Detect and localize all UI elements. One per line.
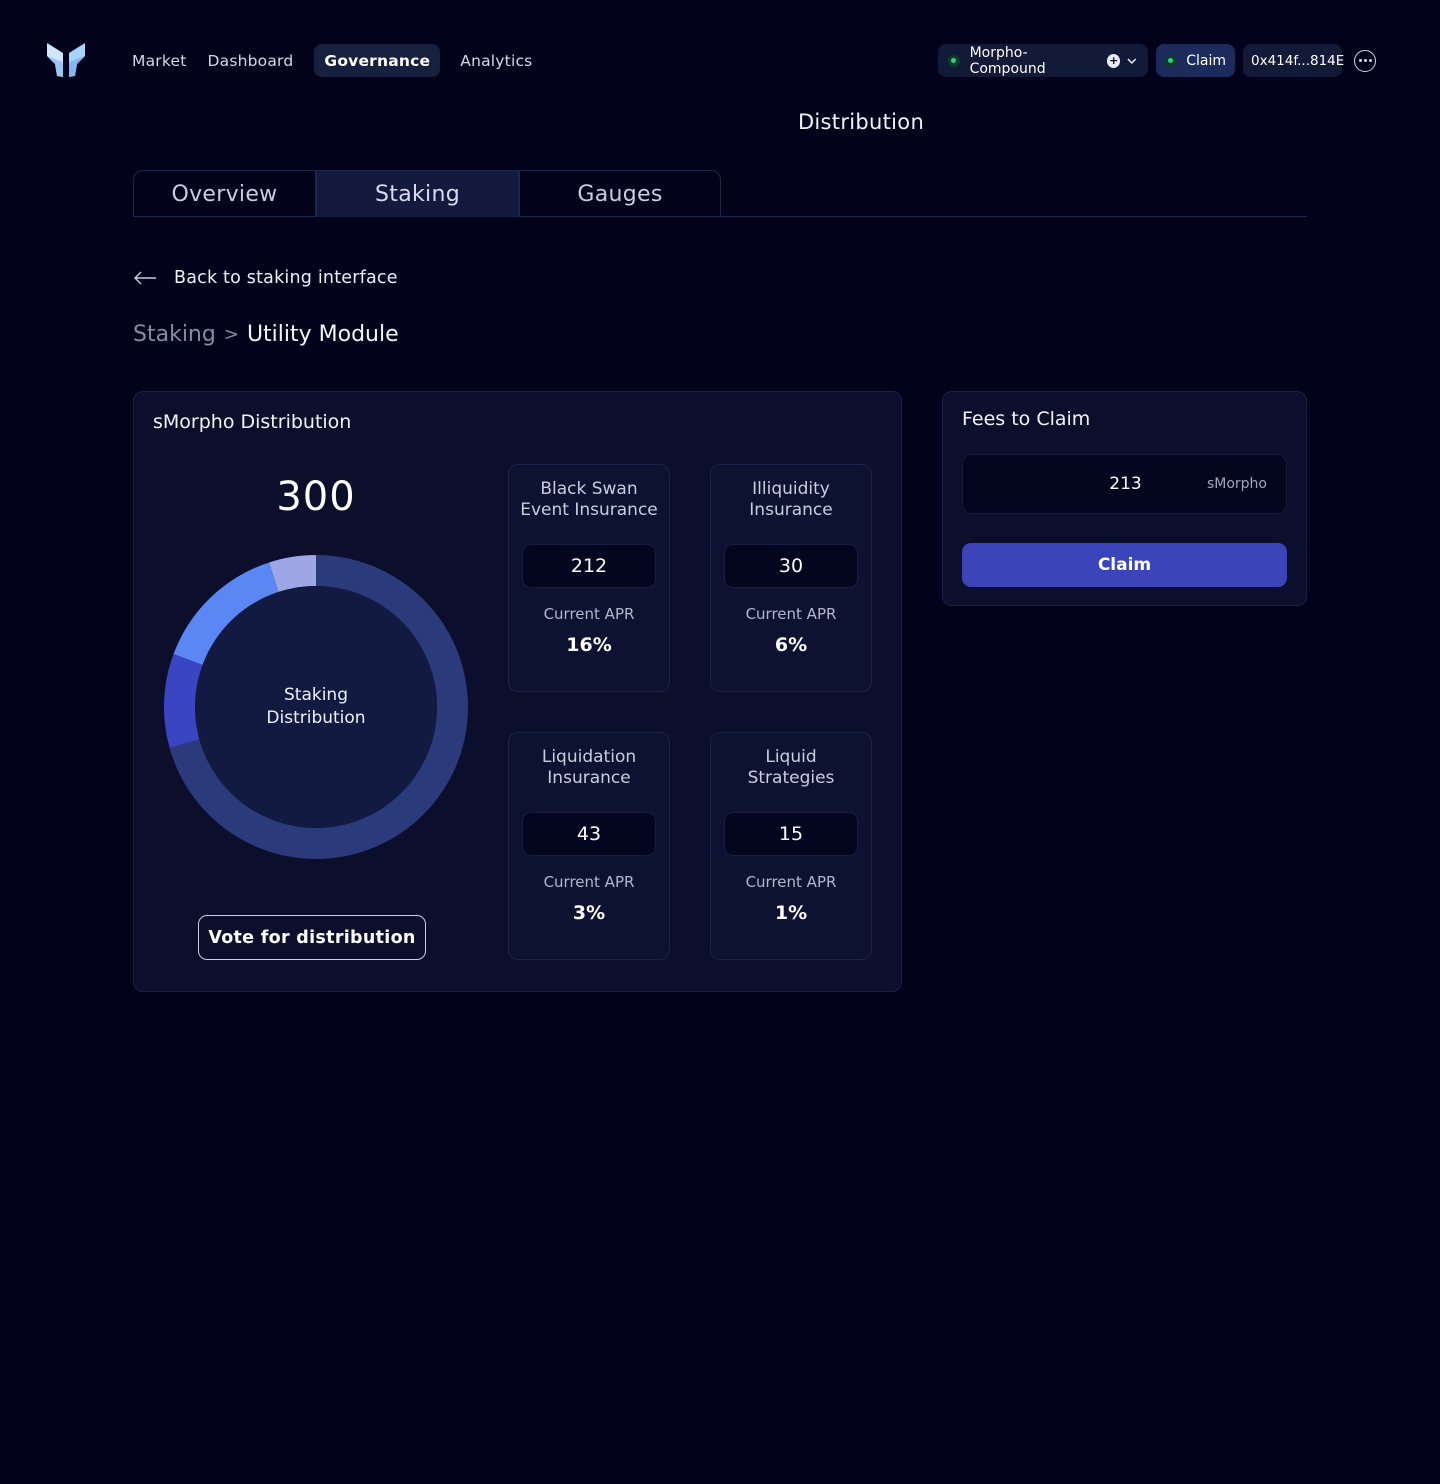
network-label: Morpho-Compound — [969, 44, 1046, 77]
morpho-logo-icon[interactable] — [46, 42, 86, 78]
fees-title: Fees to Claim — [962, 408, 1091, 430]
module-title: Liquid Strategies — [711, 747, 871, 789]
module-apr-label: Current APR — [745, 605, 837, 623]
module-title-line2: Insurance — [749, 500, 833, 520]
module-apr: 3% — [572, 902, 606, 924]
tab-gauges[interactable]: Gauges — [519, 170, 721, 217]
module-title-line1: Liquid — [765, 747, 817, 767]
header-claim-button[interactable]: Claim — [1156, 44, 1235, 77]
module-title: Illiquidity Insurance — [711, 479, 871, 521]
module-title-line2: Strategies — [747, 768, 835, 788]
module-title-line1: Illiquidity — [752, 479, 830, 499]
fees-amount-field[interactable]: 213 sMorpho — [962, 454, 1287, 514]
plus-icon: + — [1106, 53, 1121, 68]
module-value[interactable]: 30 — [724, 544, 858, 588]
module-liquid-strategies: Liquid Strategies 15 Current APR 1% — [710, 732, 872, 960]
nav-market[interactable]: Market — [122, 44, 196, 77]
module-liquidation: Liquidation Insurance 43 Current APR 3% — [508, 732, 670, 960]
breadcrumb-staking[interactable]: Staking — [133, 322, 216, 347]
module-title: Liquidation Insurance — [509, 747, 669, 789]
fees-card: Fees to Claim 213 sMorpho Claim — [942, 391, 1307, 606]
more-icon[interactable] — [1354, 49, 1376, 72]
module-apr-label: Current APR — [745, 873, 837, 891]
nav-analytics[interactable]: Analytics — [450, 44, 542, 77]
green-dot-icon — [1165, 54, 1177, 67]
breadcrumb: Staking > Utility Module — [133, 322, 399, 347]
top-header: Market Dashboard Governance Analytics Mo… — [0, 0, 1440, 122]
module-title-line1: Black Swan — [540, 479, 638, 499]
module-apr-label: Current APR — [543, 605, 635, 623]
back-link[interactable]: Back to staking interface — [133, 268, 398, 288]
distribution-total: 300 — [276, 474, 356, 520]
vote-for-distribution-button[interactable]: Vote for distribution — [198, 915, 426, 960]
tab-bar: Overview Staking Gauges — [133, 170, 721, 217]
module-value[interactable]: 43 — [522, 812, 656, 856]
module-title: Black Swan Event Insurance — [509, 479, 669, 521]
donut-label-line2: Distribution — [266, 708, 366, 728]
wallet-address: 0x414f...814E — [1251, 52, 1345, 69]
module-apr: 6% — [774, 634, 808, 656]
distribution-card: sMorpho Distribution 300 Staking Distrib… — [133, 391, 902, 992]
wallet-address-button[interactable]: 0x414f...814E — [1243, 44, 1345, 77]
module-apr: 1% — [774, 902, 808, 924]
claim-fees-button[interactable]: Claim — [962, 543, 1287, 587]
module-value[interactable]: 212 — [522, 544, 656, 588]
module-title-line2: Insurance — [547, 768, 631, 788]
donut-center-label: Staking Distribution — [239, 684, 393, 730]
module-value[interactable]: 15 — [724, 812, 858, 856]
distribution-title: sMorpho Distribution — [153, 411, 352, 433]
chevron-down-icon — [1127, 58, 1137, 64]
breadcrumb-utility-module: Utility Module — [246, 322, 399, 347]
arrow-left-icon — [134, 271, 156, 285]
network-selector[interactable]: Morpho-Compound + — [938, 44, 1148, 77]
breadcrumb-separator: > — [223, 324, 239, 345]
nav-governance[interactable]: Governance — [314, 44, 441, 77]
page-title: Distribution — [797, 110, 925, 134]
main-nav: Market Dashboard Governance Analytics — [122, 44, 543, 77]
module-apr: 16% — [566, 634, 612, 656]
tab-staking[interactable]: Staking — [316, 170, 519, 217]
donut-label-line1: Staking — [283, 685, 348, 705]
module-title-line2: Event Insurance — [520, 500, 658, 520]
module-illiquidity: Illiquidity Insurance 30 Current APR 6% — [710, 464, 872, 692]
tab-overview[interactable]: Overview — [133, 170, 316, 217]
header-actions: Morpho-Compound + Claim 0x414f...814E — [938, 44, 1376, 77]
fees-unit: sMorpho — [1206, 476, 1267, 492]
header-claim-label: Claim — [1186, 52, 1226, 69]
back-link-label: Back to staking interface — [174, 268, 398, 288]
module-title-line1: Liquidation — [541, 747, 637, 767]
module-black-swan: Black Swan Event Insurance 212 Current A… — [508, 464, 670, 692]
module-apr-label: Current APR — [543, 873, 635, 891]
green-dot-icon — [948, 54, 960, 67]
nav-dashboard[interactable]: Dashboard — [197, 44, 303, 77]
